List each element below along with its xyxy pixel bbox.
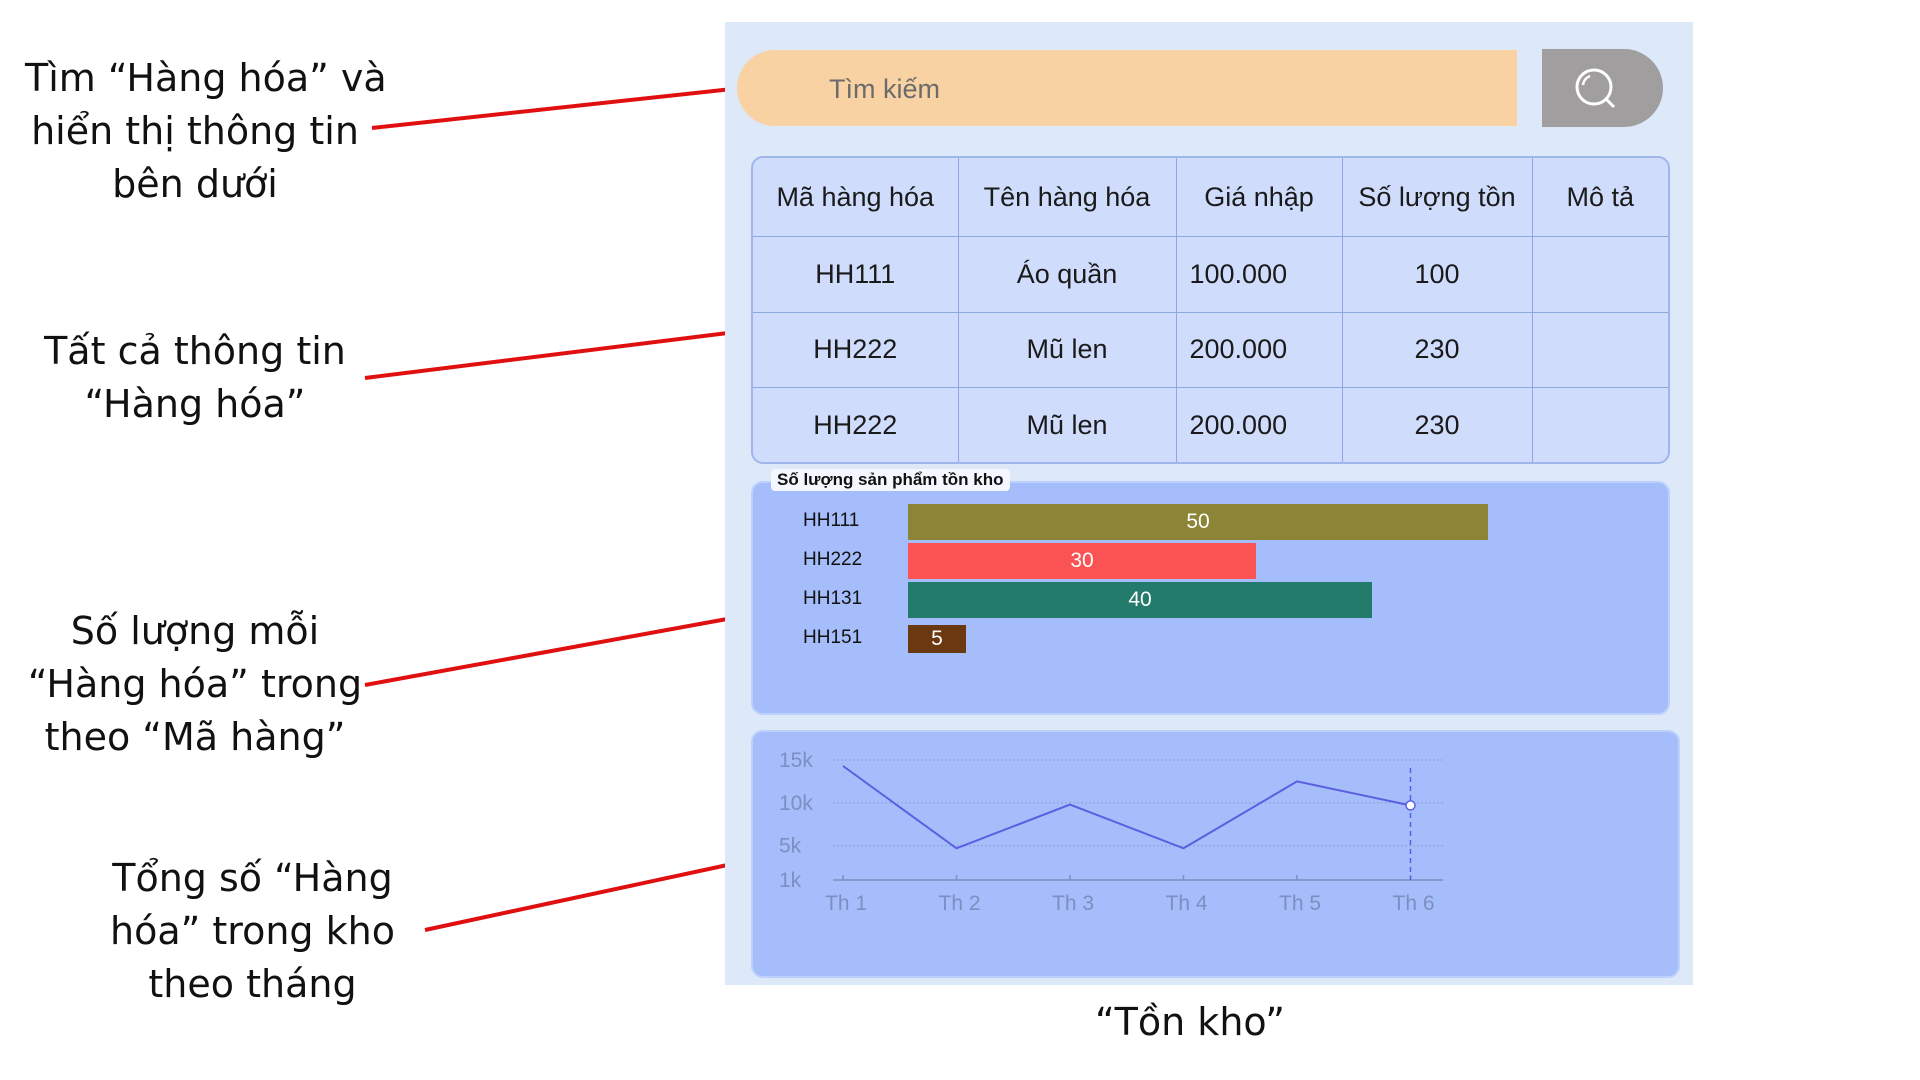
annotation-line: Số lượng mỗi [70, 609, 320, 653]
x-tick-label: Th 3 [1052, 892, 1094, 915]
annotation-line: hóa” trong kho [110, 909, 395, 953]
annotation-line: Tìm “Hàng hóa” và [25, 56, 387, 100]
x-tick-label: Th 1 [825, 892, 867, 915]
arrow-table [364, 316, 764, 380]
x-tick-label: Th 4 [1166, 892, 1208, 915]
bar-value-label: 30 [1070, 549, 1094, 572]
bar-category-label: HH131 [803, 588, 863, 609]
annotation-line: theo tháng [148, 962, 357, 1006]
inventory-table: Mã hàng hóa Tên hàng hóa Giá nhập Số lượ… [751, 156, 1670, 464]
annotation-line: hiển thị thông tin [31, 109, 359, 153]
annotation-line: Tổng số “Hàng [112, 856, 393, 900]
cell-name: Áo quần [957, 236, 1177, 313]
cell-quantity: 230 [1341, 387, 1533, 462]
annotation-line: bên dưới [112, 162, 278, 206]
highlight-point[interactable] [1405, 800, 1416, 811]
bar-chart-title: Số lượng sản phẩm tồn kho [771, 469, 1010, 491]
screen-caption: “Tồn kho” [1095, 1000, 1285, 1044]
bar-category-label: HH151 [803, 627, 863, 648]
column-header: Giá nhập [1175, 158, 1343, 237]
cell-description [1531, 236, 1668, 313]
series-line [842, 765, 1411, 850]
y-tick-label: 15k [779, 749, 813, 772]
cell-name: Mũ len [957, 387, 1177, 462]
bar[interactable]: 40 [908, 582, 1372, 618]
search-input[interactable] [827, 50, 1481, 128]
inventory-bar-chart: Số lượng sản phẩm tồn kho HH111 50 HH222 30… [751, 469, 1670, 715]
y-tick-label: 10k [779, 792, 813, 815]
table-row[interactable]: HH222 Mũ len 200.000 230 [753, 387, 1668, 462]
arrow-search [371, 73, 764, 130]
x-tick-label: Th 6 [1393, 892, 1435, 915]
x-tick-label: Th 5 [1279, 892, 1321, 915]
arrow-bar-chart [364, 602, 764, 687]
bar-value-label: 5 [931, 627, 943, 650]
annotation-line: Tất cả thông tin [44, 329, 346, 373]
inventory-screen: Mã hàng hóa Tên hàng hóa Giá nhập Số lượ… [725, 22, 1693, 985]
annotation-bar-chart: Số lượng mỗi “Hàng hóa” trong theo “Mã h… [25, 605, 365, 764]
cell-description [1531, 387, 1668, 462]
cell-price: 200.000 [1175, 311, 1343, 389]
search-icon [1575, 68, 1616, 109]
line-chart-svg: 15k 10k 5k 1k Th 1 Th 2 Th 3 Th 4 Th 5 Th 6 [779, 749, 1443, 915]
cell-name: Mũ len [957, 311, 1177, 389]
annotation-line: theo “Mã hàng” [44, 715, 346, 759]
bar[interactable]: 30 [908, 543, 1256, 579]
annotation-table: Tất cả thông tin “Hàng hóa” [30, 325, 360, 431]
table-row[interactable]: HH111 Áo quần 100.000 100 [753, 236, 1668, 313]
bar-value-label: 40 [1128, 588, 1152, 611]
bar-value-label: 50 [1186, 510, 1210, 533]
cell-code: HH222 [753, 387, 959, 462]
arrow-line-chart [424, 848, 764, 932]
cell-code: HH111 [753, 236, 959, 313]
bar[interactable]: 5 [908, 625, 966, 653]
annotation-line-chart: Tổng số “Hàng hóa” trong kho theo tháng [85, 852, 420, 1011]
search-button[interactable] [1542, 49, 1663, 127]
column-header: Tên hàng hóa [957, 158, 1177, 237]
column-header: Số lượng tồn [1341, 158, 1533, 237]
y-tick-label: 5k [779, 835, 802, 858]
bar[interactable]: 50 [908, 504, 1488, 540]
cell-price: 100.000 [1175, 236, 1343, 313]
bar-category-label: HH111 [803, 510, 860, 531]
search-bar[interactable] [737, 50, 1517, 128]
column-header: Mô tả [1531, 158, 1668, 237]
x-tick-label: Th 2 [939, 892, 981, 915]
cell-code: HH222 [753, 311, 959, 389]
annotation-search: Tìm “Hàng hóa” và hiển thị thông tin bên… [25, 52, 387, 211]
monthly-line-chart: 15k 10k 5k 1k Th 1 Th 2 Th 3 Th 4 Th 5 Th 6 [751, 730, 1680, 978]
cell-price: 200.000 [1175, 387, 1343, 462]
cell-description [1531, 311, 1668, 389]
cell-quantity: 230 [1341, 311, 1533, 389]
annotation-line: “Hàng hóa” trong [27, 662, 363, 706]
column-header: Mã hàng hóa [753, 158, 959, 237]
cell-quantity: 100 [1341, 236, 1533, 313]
bar-category-label: HH222 [803, 549, 863, 570]
table-header-row: Mã hàng hóa Tên hàng hóa Giá nhập Số lượ… [753, 158, 1668, 237]
annotation-line: “Hàng hóa” [84, 382, 306, 426]
table-row[interactable]: HH222 Mũ len 200.000 230 [753, 311, 1668, 389]
y-tick-label: 1k [779, 869, 802, 892]
